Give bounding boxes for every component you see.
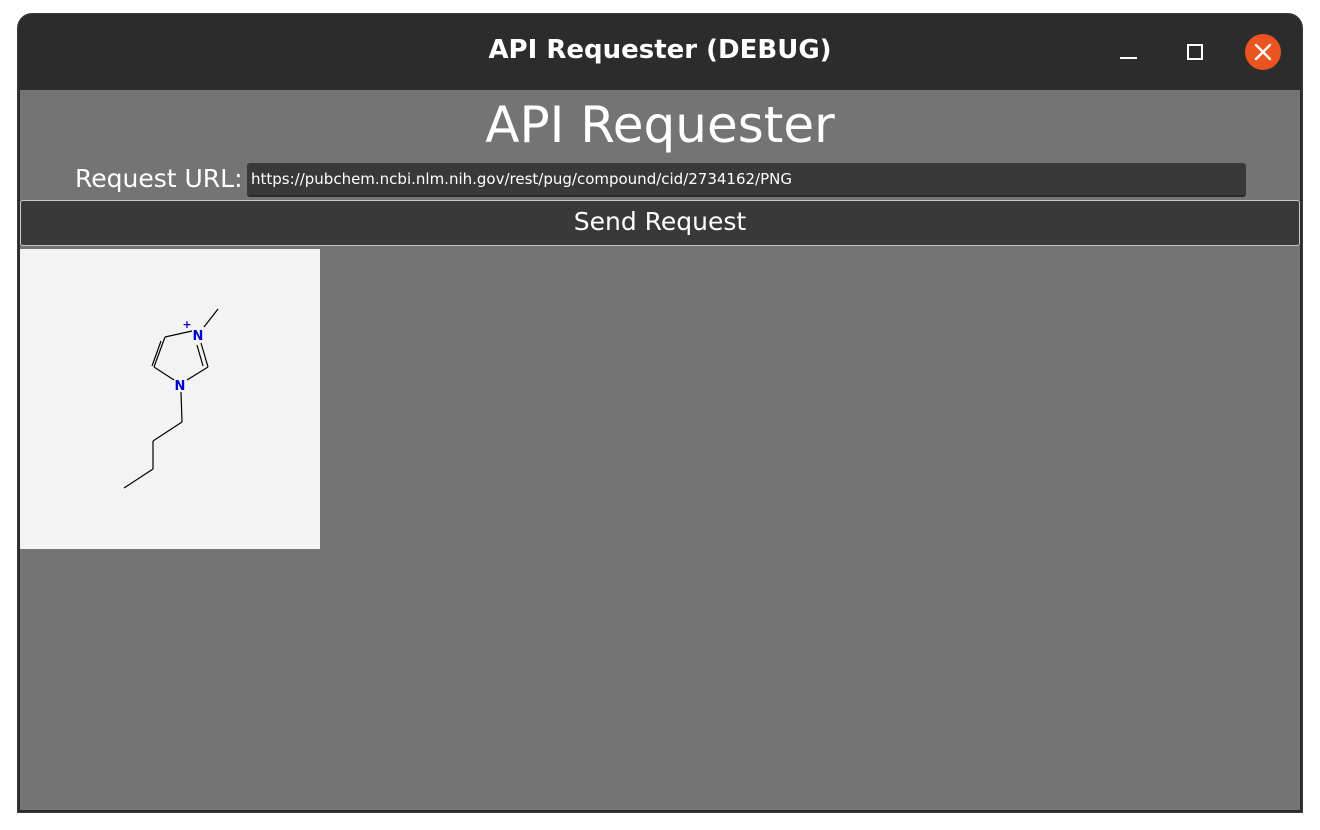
request-url-label: Request URL: <box>75 164 243 193</box>
response-image: N + N <box>20 249 320 549</box>
request-url-input[interactable] <box>247 163 1246 197</box>
close-icon <box>1254 43 1272 61</box>
maximize-button[interactable] <box>1177 34 1213 70</box>
title-bar[interactable]: API Requester (DEBUG) <box>18 14 1302 90</box>
minimize-button[interactable] <box>1110 34 1146 70</box>
page-heading: API Requester <box>485 96 835 154</box>
molecule-structure-image: N + N <box>123 308 219 489</box>
send-request-button[interactable]: Send Request <box>20 200 1300 246</box>
app-window: API Requester (DEBUG) API Requester Requ… <box>18 14 1302 812</box>
close-button[interactable] <box>1245 34 1281 70</box>
main-content: API Requester Request URL: Send Request <box>18 90 1302 812</box>
atom-charge-label: + <box>182 318 191 331</box>
atom-label-n: N <box>175 379 186 394</box>
atom-label-n-plus: N <box>193 329 204 344</box>
